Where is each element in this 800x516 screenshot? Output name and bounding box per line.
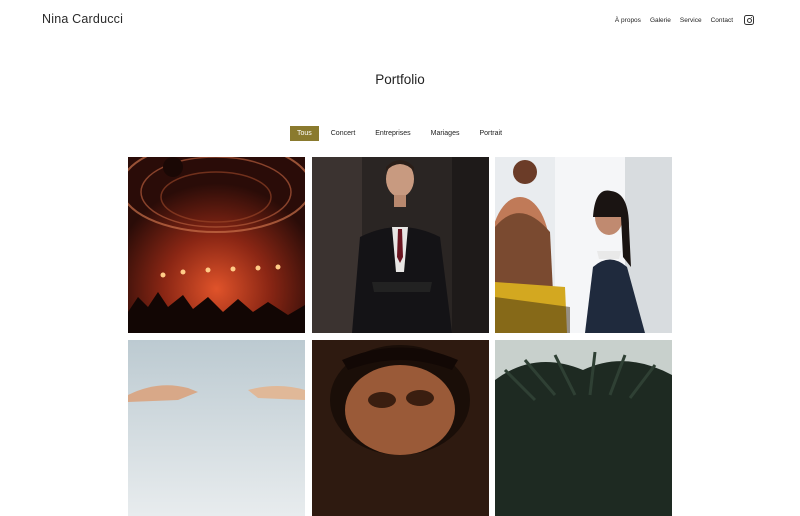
gallery-filters: Tous Concert Entreprises Mariages Portra… xyxy=(0,126,800,141)
gallery-photo-businessman[interactable] xyxy=(312,157,489,333)
nav-item-service[interactable]: Service xyxy=(680,17,702,24)
filter-concert[interactable]: Concert xyxy=(323,126,364,141)
nav-item-a-propos[interactable]: À propos xyxy=(615,17,641,24)
gallery-photo-hands[interactable] xyxy=(128,340,305,516)
portrait-photo-image xyxy=(312,340,489,516)
site-header: Nina Carducci À propos Galerie Service C… xyxy=(0,0,800,40)
gallery-photo-meeting[interactable] xyxy=(495,157,672,333)
filter-tous[interactable]: Tous xyxy=(289,126,319,141)
businessman-photo-image xyxy=(312,157,489,333)
site-brand[interactable]: Nina Carducci xyxy=(42,12,123,26)
gallery-photo-portrait[interactable] xyxy=(312,340,489,516)
hands-photo-image xyxy=(128,340,305,516)
filter-mariages[interactable]: Mariages xyxy=(423,126,468,141)
nav-item-galerie[interactable]: Galerie xyxy=(650,17,671,24)
gallery-photo-concert[interactable] xyxy=(128,157,305,333)
nav-item-contact[interactable]: Contact xyxy=(711,17,733,24)
gallery-photo-palm[interactable] xyxy=(495,340,672,516)
meeting-photo-image xyxy=(495,157,672,333)
filter-portrait[interactable]: Portrait xyxy=(471,126,510,141)
page-title: Portfolio xyxy=(375,72,425,88)
main-nav: À propos Galerie Service Contact xyxy=(615,15,754,25)
concert-photo-image xyxy=(128,157,305,333)
palm-photo-image xyxy=(495,340,672,516)
instagram-icon[interactable] xyxy=(744,15,754,25)
filter-entreprises[interactable]: Entreprises xyxy=(367,126,418,141)
